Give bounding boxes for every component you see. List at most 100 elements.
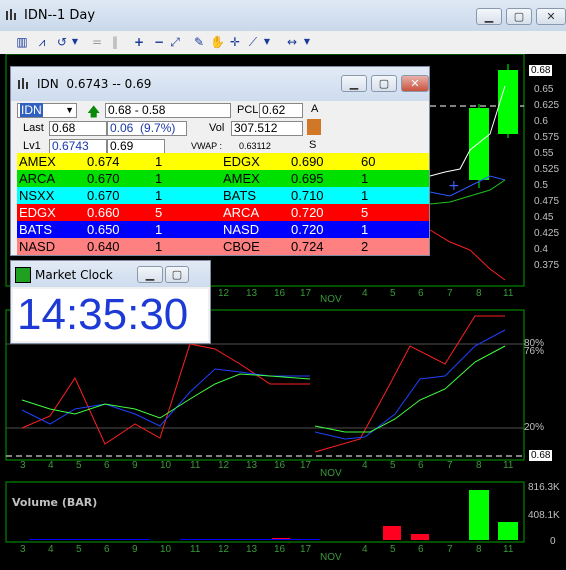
draw-line-icon[interactable]: ⟋	[246, 34, 260, 50]
ask-size: 2	[361, 239, 369, 254]
x-tick: 13	[246, 288, 258, 299]
price-tick: 0.525	[534, 164, 560, 175]
a-label: A	[311, 103, 319, 115]
ask-price: 0.690	[291, 154, 324, 169]
level2-close-button[interactable]: ✕	[401, 75, 429, 92]
x-tick: 17	[300, 460, 312, 471]
ask-size: 1	[361, 222, 369, 237]
vol-field: 307.512	[231, 121, 303, 136]
separator-icon: ‖	[112, 35, 118, 49]
x-tick: 9	[132, 544, 138, 555]
ask-price: 0.695	[291, 171, 324, 186]
price-tick: 0.475	[534, 196, 560, 207]
ask-row: AMEX 0.695 1	[221, 170, 429, 187]
x-tick: 6	[104, 544, 110, 555]
osc-red-line	[21, 343, 310, 445]
ask-size: 1	[361, 188, 369, 203]
volume-bar	[498, 522, 518, 540]
undo-icon[interactable]: ↺	[54, 34, 70, 50]
x-tick: 3	[20, 460, 26, 471]
bid-row: BATS 0.650 1	[17, 221, 221, 238]
level2-title-symbol: IDN	[37, 77, 59, 91]
x-tick: 17	[300, 288, 312, 299]
x-tick: 5	[76, 544, 82, 555]
level2-title-bar[interactable]: IDN 0.6743 -- 0.69 ▁ ▢ ✕	[11, 67, 429, 101]
bid-field: 0.6743	[49, 139, 107, 154]
bid-mm: NSXX	[19, 188, 55, 203]
x-tick: 9	[132, 460, 138, 471]
bid-price: 0.674	[87, 154, 120, 169]
expand-horizontal-icon[interactable]: ↔	[284, 34, 300, 50]
ask-size: 5	[361, 205, 369, 220]
ask-mm: NASD	[223, 222, 260, 237]
hand-icon[interactable]: ✋	[210, 34, 225, 50]
line-chart-icon[interactable]: ⩘	[34, 34, 50, 50]
bid-mm: ARCA	[19, 171, 56, 186]
level2-maximize-button[interactable]: ▢	[371, 75, 397, 92]
price-tick: 0.425	[534, 228, 560, 239]
pcl-field: 0.62	[259, 103, 303, 118]
x-tick: 11	[503, 460, 514, 471]
bid-size: 1	[155, 154, 163, 169]
draw-dropdown-icon[interactable]: ▼	[262, 34, 272, 50]
ask-mm: CBOE	[223, 239, 260, 254]
close-button[interactable]: ✕	[536, 8, 566, 25]
x-tick: 11	[503, 544, 514, 555]
bid-mm: AMEX	[19, 154, 56, 169]
bar-chart-icon[interactable]: ▥	[14, 34, 30, 50]
clock-title-bar[interactable]: Market Clock ▁ ▢	[11, 261, 210, 287]
lv1-label: Lv1	[23, 140, 41, 152]
x-tick: 4	[362, 544, 368, 555]
vwap-label: VWAP :	[191, 141, 223, 151]
bid-mm: NASD	[19, 239, 56, 254]
chevron-down-icon[interactable]: ▼	[65, 104, 74, 117]
price-tick: 0.65	[534, 84, 554, 95]
bid-row: ARCA 0.670 1	[17, 170, 221, 187]
x-tick: NOV	[320, 294, 342, 305]
price-tick: 0.45	[534, 212, 554, 223]
clock-app-icon	[15, 267, 31, 283]
zoom-in-icon[interactable]: +	[132, 34, 146, 50]
ask-row: BATS 0.710 1	[221, 187, 429, 204]
vwap-value: 0.63112	[239, 141, 271, 151]
x-tick: 11	[190, 460, 201, 471]
osc-tick: 76%	[524, 346, 545, 357]
x-tick: 7	[447, 288, 453, 299]
minimize-button[interactable]: ▁	[476, 8, 502, 25]
x-tick: 5	[76, 460, 82, 471]
volume-bar	[469, 490, 489, 540]
x-tick: 12	[218, 288, 230, 299]
x-tick: 7	[447, 544, 453, 555]
x-tick: NOV	[320, 552, 342, 563]
undo-dropdown-icon[interactable]: ▼	[70, 34, 80, 50]
price-tick: 0.625	[534, 100, 560, 111]
separator-icon: =	[92, 35, 103, 49]
fit-icon[interactable]: ⤢	[168, 34, 182, 50]
price-tick: 0.4	[534, 244, 548, 255]
volume-tick: 408.1K	[528, 510, 560, 521]
ask-price: 0.710	[291, 188, 324, 203]
clock-minimize-button[interactable]: ▁	[137, 266, 163, 283]
maximize-button[interactable]: ▢	[506, 8, 532, 25]
pencil-icon[interactable]: ✎	[192, 34, 206, 50]
ask-field: 0.69	[107, 139, 165, 154]
market-clock-window[interactable]: Market Clock ▁ ▢ 14:35:30	[10, 260, 211, 344]
symbol-input[interactable]: IDN ▼	[17, 103, 77, 118]
x-tick: 7	[447, 460, 453, 471]
ask-price: 0.720	[291, 205, 324, 220]
volume-bar	[411, 534, 429, 540]
chart-app-icon	[6, 9, 16, 20]
price-tick: 0.5	[534, 180, 548, 191]
crosshair-icon[interactable]: ✛	[228, 34, 242, 50]
x-tick: 10	[160, 544, 172, 555]
lock-icon[interactable]	[307, 119, 321, 135]
expand-dropdown-icon[interactable]: ▼	[302, 34, 312, 50]
volume-pane-title: Volume (BAR)	[12, 496, 98, 509]
level2-minimize-button[interactable]: ▁	[341, 75, 367, 92]
pcl-label: PCL	[237, 104, 259, 116]
bid-row: AMEX 0.674 1	[17, 153, 221, 170]
zoom-out-icon[interactable]: −	[152, 34, 166, 50]
level2-window[interactable]: IDN 0.6743 -- 0.69 ▁ ▢ ✕ IDN ▼ 🡅 0.68 - …	[10, 66, 430, 256]
x-tick: 5	[390, 288, 396, 299]
clock-maximize-button[interactable]: ▢	[165, 266, 189, 283]
